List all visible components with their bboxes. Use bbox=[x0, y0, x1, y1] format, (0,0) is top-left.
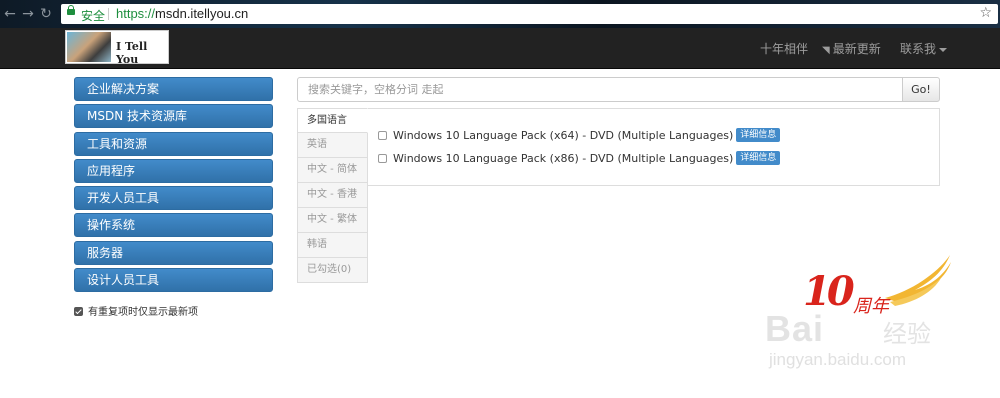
nav-link-latest-updates[interactable]: ◥ 最新更新 bbox=[822, 40, 881, 57]
logo-text: I Tell You bbox=[116, 40, 148, 66]
search-go-button[interactable]: Go! bbox=[902, 77, 940, 102]
back-arrow-icon[interactable]: ← bbox=[2, 6, 18, 22]
secure-label: 安全 bbox=[81, 9, 106, 23]
nav-link-label: 联系我 bbox=[900, 42, 937, 56]
category-sidebar: 企业解决方案 MSDN 技术资源库 工具和资源 应用程序 开发人员工具 操作系统… bbox=[74, 77, 273, 295]
tab-korean[interactable]: 韩语 bbox=[297, 233, 368, 258]
nav-link-ten-years[interactable]: 十年相伴 bbox=[760, 40, 808, 57]
nav-link-contact[interactable]: 联系我 bbox=[900, 40, 948, 57]
sidebar-item-servers[interactable]: 服务器 bbox=[74, 240, 273, 265]
site-logo[interactable]: I Tell You bbox=[65, 30, 169, 66]
address-separator bbox=[108, 8, 109, 20]
file-name[interactable]: Windows 10 Language Pack (x86) - DVD (Mu… bbox=[393, 152, 733, 165]
tab-chinese-traditional[interactable]: 中文 - 繁体 bbox=[297, 208, 368, 233]
details-button[interactable]: 详细信息 bbox=[736, 151, 781, 165]
details-button[interactable]: 详细信息 bbox=[736, 128, 781, 142]
list-item: Windows 10 Language Pack (x86) - DVD (Mu… bbox=[378, 151, 781, 166]
results-panel bbox=[297, 108, 940, 186]
latest-only-label: 有重复项时仅显示最新项 bbox=[88, 307, 198, 318]
file-checkbox[interactable] bbox=[378, 153, 387, 163]
watermark-brand-cn: 经验 bbox=[883, 320, 931, 348]
tab-checked[interactable]: 已勾选(0) bbox=[297, 258, 368, 283]
reload-icon[interactable]: ↻ bbox=[38, 6, 54, 22]
address-bar[interactable]: 安全 https://msdn.itellyou.cn ☆ bbox=[61, 4, 998, 24]
list-item: Windows 10 Language Pack (x64) - DVD (Mu… bbox=[378, 128, 781, 143]
nav-link-label: 最新更新 bbox=[832, 42, 881, 56]
sidebar-item-designer-tools[interactable]: 设计人员工具 bbox=[74, 268, 273, 293]
file-name[interactable]: Windows 10 Language Pack (x64) - DVD (Mu… bbox=[393, 129, 733, 142]
baidu-jingyan-watermark: 10 周年 Bai 经验 jingyan.baidu.com bbox=[765, 250, 985, 380]
latest-only-option[interactable]: 有重复项时仅显示最新项 bbox=[74, 303, 198, 318]
forward-arrow-icon[interactable]: → bbox=[20, 6, 36, 22]
sidebar-item-msdn-library[interactable]: MSDN 技术资源库 bbox=[74, 104, 273, 129]
caret-down-icon bbox=[939, 47, 948, 52]
watermark-brand: Bai bbox=[765, 308, 825, 349]
tab-chinese-simplified[interactable]: 中文 - 简体 bbox=[297, 158, 368, 183]
sidebar-item-operating-systems[interactable]: 操作系统 bbox=[74, 213, 273, 238]
star-icon[interactable]: ☆ bbox=[979, 5, 992, 21]
search-input[interactable] bbox=[297, 77, 903, 102]
site-navbar: I Tell You 十年相伴 ◥ 最新更新 联系我 bbox=[0, 28, 1000, 69]
tab-english[interactable]: 英语 bbox=[297, 133, 368, 158]
browser-toolbar: ← → ↻ 安全 https://msdn.itellyou.cn ☆ bbox=[0, 0, 1000, 28]
url-scheme: https:// bbox=[116, 6, 156, 21]
tab-multilanguage[interactable]: 多国语言 bbox=[297, 108, 368, 133]
sidebar-item-tools[interactable]: 工具和资源 bbox=[74, 131, 273, 156]
file-checkbox[interactable] bbox=[378, 130, 387, 140]
url-host: msdn.itellyou.cn bbox=[155, 6, 249, 21]
rss-icon: ◥ bbox=[822, 45, 830, 56]
latest-only-checkbox[interactable] bbox=[74, 306, 83, 316]
url-text[interactable]: https://msdn.itellyou.cn bbox=[116, 6, 248, 21]
tab-chinese-hongkong[interactable]: 中文 - 香港 bbox=[297, 183, 368, 208]
sidebar-item-applications[interactable]: 应用程序 bbox=[74, 158, 273, 183]
lock-icon bbox=[67, 5, 75, 15]
nav-link-label: 十年相伴 bbox=[760, 42, 809, 56]
watermark-url: jingyan.baidu.com bbox=[769, 350, 907, 369]
sidebar-item-developer-tools[interactable]: 开发人员工具 bbox=[74, 186, 273, 211]
language-tabs: 多国语言 英语 中文 - 简体 中文 - 香港 中文 - 繁体 韩语 已勾选(0… bbox=[297, 108, 368, 283]
logo-photo bbox=[67, 32, 111, 62]
sidebar-item-enterprise[interactable]: 企业解决方案 bbox=[74, 77, 273, 101]
